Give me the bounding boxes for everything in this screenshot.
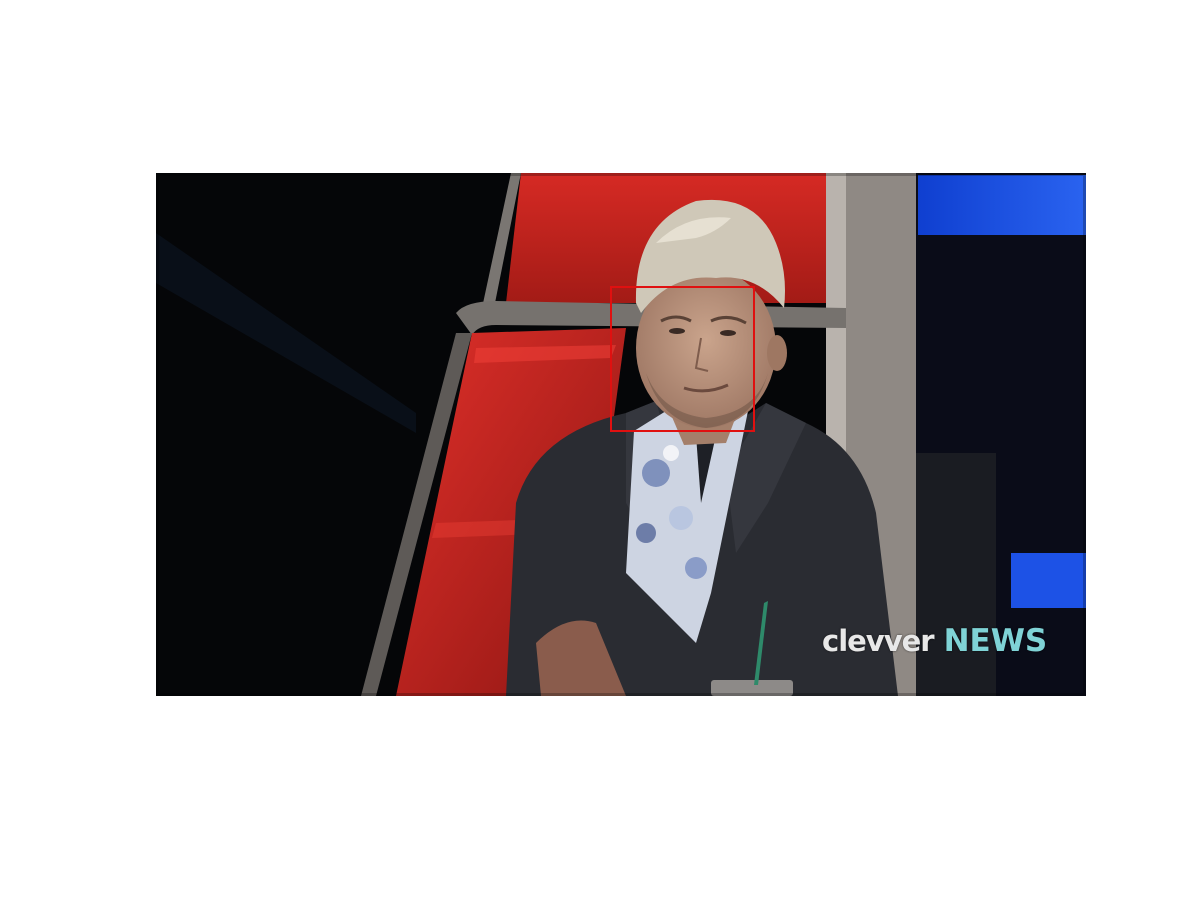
video-frame <box>156 173 1086 696</box>
watermark-logo: clevver NEWS <box>822 623 1047 663</box>
watermark-news: NEWS <box>943 623 1048 659</box>
stage-light-bottom <box>1011 553 1086 608</box>
face-detection-box <box>610 286 755 432</box>
watermark-brand: clevver <box>822 624 935 658</box>
scene-illustration <box>156 173 1086 696</box>
stage-light-top <box>918 175 1086 235</box>
